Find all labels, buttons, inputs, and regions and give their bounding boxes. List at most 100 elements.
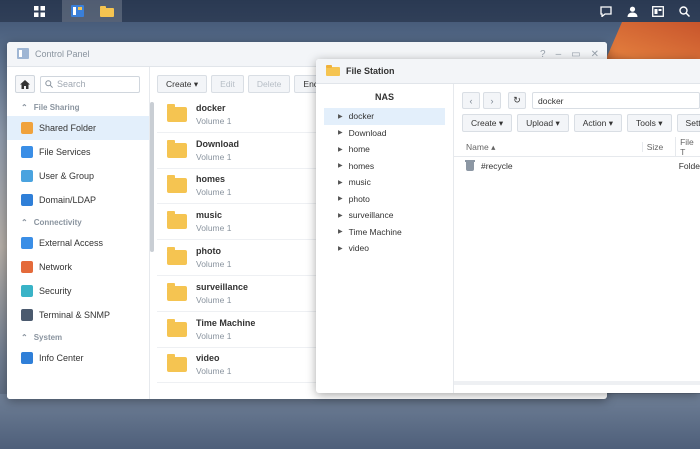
tree-item-label: music [348, 177, 371, 188]
tree-item[interactable]: ▶ home [316, 141, 453, 158]
home-button[interactable] [15, 75, 35, 93]
action-button[interactable]: Action ▾ [573, 114, 623, 132]
file-name: #recycle [481, 161, 513, 171]
chat-icon[interactable] [594, 0, 618, 22]
folder-icon [167, 175, 187, 194]
sidebar-item-info-center[interactable]: Info Center [7, 346, 149, 370]
file-station-toolbar: Create ▾ Upload ▾ Action ▾ Tools ▾ Setti… [454, 109, 700, 132]
tree-item[interactable]: ▶ photo [316, 191, 453, 208]
tree-item[interactable]: ▶ music [316, 174, 453, 191]
search-icon [45, 80, 53, 88]
control-panel-sidebar: Search ⌃ File Sharing Shared Folder File Se… [7, 67, 150, 399]
file-type: Folde [678, 161, 700, 171]
refresh-button[interactable]: ↻ [508, 92, 526, 109]
expand-arrow-icon[interactable]: ▶ [338, 212, 343, 219]
create-label: Create [166, 79, 192, 89]
upload-button[interactable]: Upload ▾ [517, 114, 569, 132]
expand-arrow-icon[interactable]: ▶ [338, 146, 343, 153]
user-group-icon [21, 170, 33, 182]
tree-item[interactable]: ▶ Download [316, 125, 453, 142]
expand-arrow-icon[interactable]: ▶ [338, 179, 343, 186]
file-station-taskbar-icon[interactable] [92, 0, 122, 22]
action-label: Action [582, 118, 607, 128]
section-header[interactable]: ⌃ Connectivity [7, 212, 149, 231]
column-name[interactable]: Name ▴ [454, 142, 642, 153]
tree-item-label: surveillance [348, 210, 394, 221]
search-input[interactable]: Search [40, 75, 140, 93]
main-menu-icon[interactable] [24, 0, 54, 22]
search-icon[interactable] [672, 0, 696, 22]
sidebar-item-label: Domain/LDAP [39, 195, 97, 205]
create-button[interactable]: Create ▾ [157, 75, 208, 93]
sidebar-item-security[interactable]: Security [7, 279, 149, 303]
expand-arrow-icon[interactable]: ▶ [338, 162, 343, 169]
folder-volume: Volume 1 [196, 366, 232, 377]
user-icon[interactable] [620, 0, 644, 22]
help-icon[interactable]: ? [540, 49, 546, 60]
expand-arrow-icon[interactable]: ▶ [338, 129, 343, 136]
folder-icon [167, 211, 187, 230]
expand-arrow-icon[interactable]: ▶ [338, 245, 343, 252]
tree-root[interactable]: NAS [316, 84, 453, 108]
upload-label: Upload [526, 118, 554, 128]
tree-item-label: home [348, 144, 370, 155]
tree-item[interactable]: ▶ video [316, 240, 453, 257]
sidebar-item-terminal-snmp[interactable]: Terminal & SNMP [7, 303, 149, 327]
window-title: File Station [346, 66, 395, 76]
horizontal-scrollbar[interactable] [454, 381, 700, 385]
sidebar-item-shared-folder[interactable]: Shared Folder [7, 116, 149, 140]
column-size[interactable]: Size [641, 142, 675, 152]
shared-folder-icon [21, 122, 33, 134]
chevron-up-icon: ⌃ [21, 333, 28, 342]
sidebar-item-label: Terminal & SNMP [39, 310, 111, 320]
file-station-titlebar[interactable]: File Station [316, 59, 700, 84]
sidebar-item-network[interactable]: Network [7, 255, 149, 279]
expand-arrow-icon[interactable]: ▶ [338, 195, 343, 202]
folder-name: Download [196, 138, 239, 149]
sidebar-scrollbar[interactable] [150, 102, 154, 252]
sidebar-item-domain-ldap[interactable]: Domain/LDAP [7, 188, 149, 212]
tree-item[interactable]: ▶ Time Machine [316, 224, 453, 241]
create-button[interactable]: Create ▾ [462, 114, 513, 132]
domain-ldap-icon [21, 194, 33, 206]
section-header[interactable]: ⌃ System [7, 327, 149, 346]
sort-icon: ▴ [491, 141, 496, 152]
taskbar [0, 0, 700, 22]
column-name-label: Name [466, 141, 489, 152]
create-label: Create [471, 118, 497, 128]
tree-item-label: docker [348, 111, 375, 122]
file-list-header: Name ▴ Size File T [454, 137, 700, 157]
tree-item[interactable]: ▶ docker [324, 108, 445, 125]
list-item[interactable]: #recycle Folde [454, 157, 700, 175]
expand-arrow-icon[interactable]: ▶ [338, 113, 343, 120]
file-station-app-icon [326, 64, 340, 78]
sidebar-item-label: External Access [39, 238, 104, 248]
sidebar-item-file-services[interactable]: File Services [7, 140, 149, 164]
sidebar-item-user-group[interactable]: User & Group [7, 164, 149, 188]
tree-item[interactable]: ▶ surveillance [316, 207, 453, 224]
control-panel-taskbar-icon[interactable] [62, 0, 92, 22]
back-button[interactable]: ‹ [462, 92, 480, 109]
forward-button[interactable]: › [483, 92, 501, 109]
external-access-icon [21, 237, 33, 249]
chevron-down-icon: ▾ [555, 117, 560, 128]
chevron-down-icon: ▾ [658, 117, 663, 128]
settings-button[interactable]: Settin [676, 114, 700, 132]
folder-volume: Volume 1 [196, 187, 232, 198]
column-type[interactable]: File T [675, 137, 700, 157]
tree-item-label: Time Machine [348, 226, 402, 237]
delete-button[interactable]: Delete [247, 75, 291, 93]
sidebar-item-external-access[interactable]: External Access [7, 231, 149, 255]
tree-item-label: homes [348, 160, 375, 171]
edit-button[interactable]: Edit [211, 75, 244, 93]
close-icon[interactable]: ✕ [591, 49, 599, 60]
path-field[interactable]: docker [532, 92, 700, 109]
tools-button[interactable]: Tools ▾ [627, 114, 672, 132]
widgets-icon[interactable] [646, 0, 670, 22]
minimize-icon[interactable]: – [556, 49, 562, 60]
tree-item[interactable]: ▶ homes [316, 158, 453, 175]
sidebar-item-label: Network [39, 262, 73, 272]
maximize-icon[interactable]: ▭ [571, 49, 580, 60]
expand-arrow-icon[interactable]: ▶ [338, 228, 343, 235]
section-header[interactable]: ⌃ File Sharing [7, 97, 149, 116]
